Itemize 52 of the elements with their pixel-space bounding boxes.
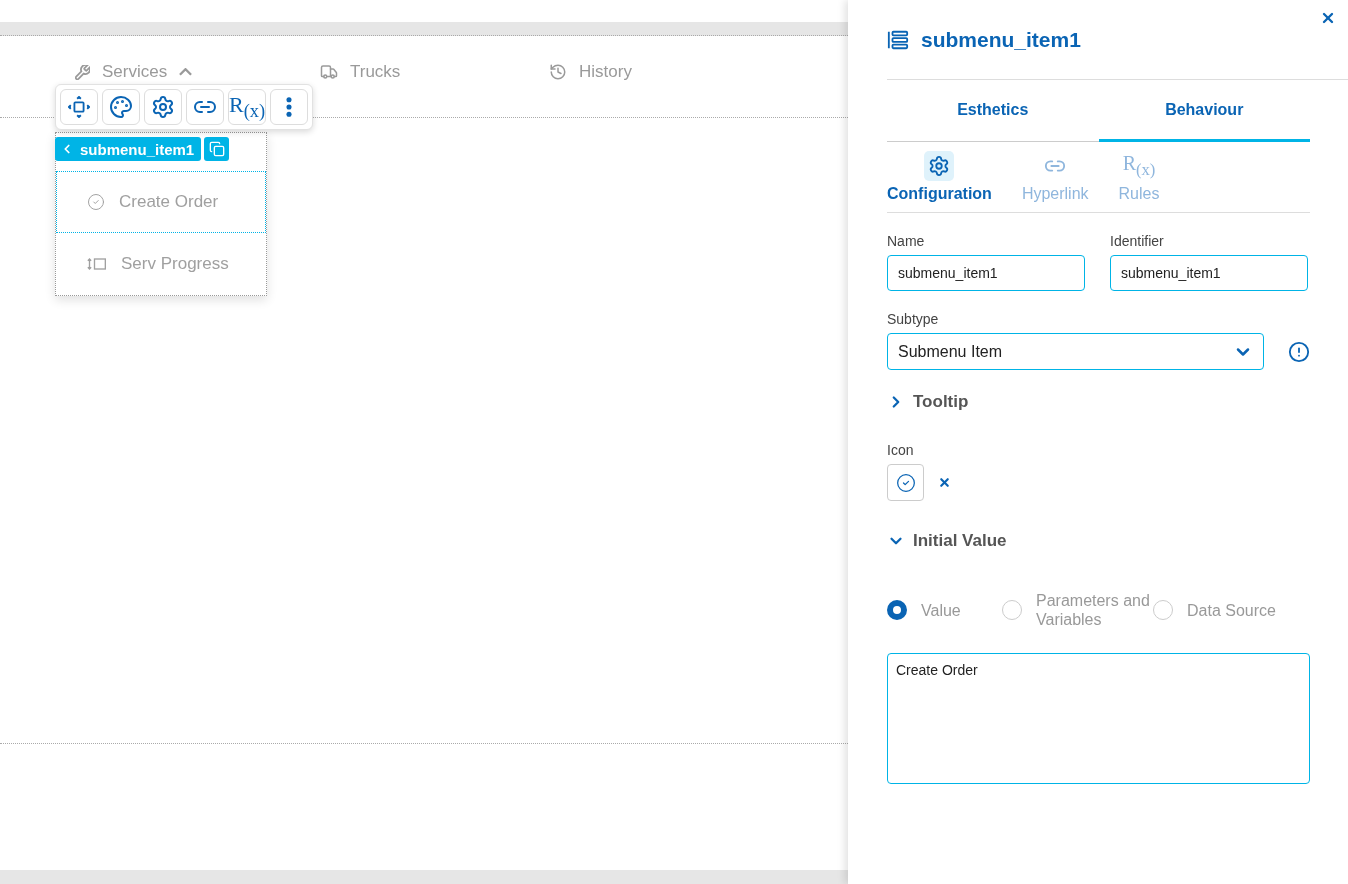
style-button[interactable]	[102, 89, 140, 125]
settings-icon	[928, 155, 951, 177]
more-icon	[286, 97, 292, 117]
clear-button[interactable]	[938, 476, 951, 489]
check-circle-icon	[895, 472, 916, 493]
tab[interactable]: Esthetics	[887, 80, 1099, 142]
submenu-label: Create Order	[119, 192, 219, 212]
submenu-item[interactable]: Create Order	[56, 171, 266, 233]
panel-title: submenu_item1	[921, 27, 1081, 52]
formula-button[interactable]: R$_{(x)}$	[228, 89, 266, 125]
nav-link[interactable]: History	[579, 62, 632, 82]
link-button[interactable]	[186, 89, 224, 125]
selection-chip[interactable]: submenu_item1	[55, 137, 202, 161]
nav-link[interactable]: Trucks	[350, 62, 401, 82]
tab[interactable]: Behaviour	[1098, 80, 1310, 142]
check-circle-icon	[87, 193, 105, 211]
info-icon[interactable]	[1288, 340, 1310, 363]
wrench-icon	[75, 64, 90, 80]
subtab[interactable]: Configuration	[887, 151, 992, 203]
list-icon	[887, 28, 909, 51]
submenu-label: Serv Progress	[121, 254, 229, 274]
tooltip-section[interactable]: Tooltip	[887, 392, 1310, 412]
subtab[interactable]: R$_{(x)}$ Rules	[1118, 151, 1160, 203]
submenu-item[interactable]: Serv Progress	[56, 233, 266, 295]
initial-value-section[interactable]: Initial Value	[887, 531, 1310, 551]
name-field[interactable]: submenu_item1	[887, 255, 1085, 291]
chip-label: submenu_item1	[80, 140, 195, 158]
subtab[interactable]: Hyperlink	[1021, 151, 1089, 203]
identifier-field[interactable]: submenu_item1	[1110, 255, 1308, 291]
field-label: Subtype	[887, 311, 940, 327]
value-field[interactable]: Create Order	[887, 653, 1310, 784]
icon-picker[interactable]	[887, 464, 924, 501]
close-button[interactable]	[1320, 10, 1336, 26]
field-label: Icon	[887, 442, 915, 458]
field-label: Name	[887, 233, 926, 249]
settings-button[interactable]	[144, 89, 182, 125]
radio-option[interactable]: Parameters and Variables	[1002, 591, 1153, 629]
more-button[interactable]	[270, 89, 308, 125]
radio-option[interactable]: Value	[887, 600, 1002, 620]
palette-icon	[109, 95, 133, 119]
formula-icon: R$_{(x)}$	[1122, 152, 1156, 180]
radio-option[interactable]: Data Source	[1153, 600, 1310, 620]
subtype-select[interactable]: Submenu Item	[887, 333, 1264, 370]
nav-link[interactable]: Services	[102, 62, 168, 82]
section-title: Initial Value	[913, 531, 1007, 551]
move-icon	[68, 96, 90, 118]
history-icon	[549, 63, 567, 81]
truck-icon	[320, 63, 338, 81]
field-label: Identifier	[1110, 233, 1165, 249]
settings-icon	[151, 95, 175, 119]
move-button[interactable]	[60, 89, 98, 125]
section-title: Tooltip	[913, 392, 969, 412]
